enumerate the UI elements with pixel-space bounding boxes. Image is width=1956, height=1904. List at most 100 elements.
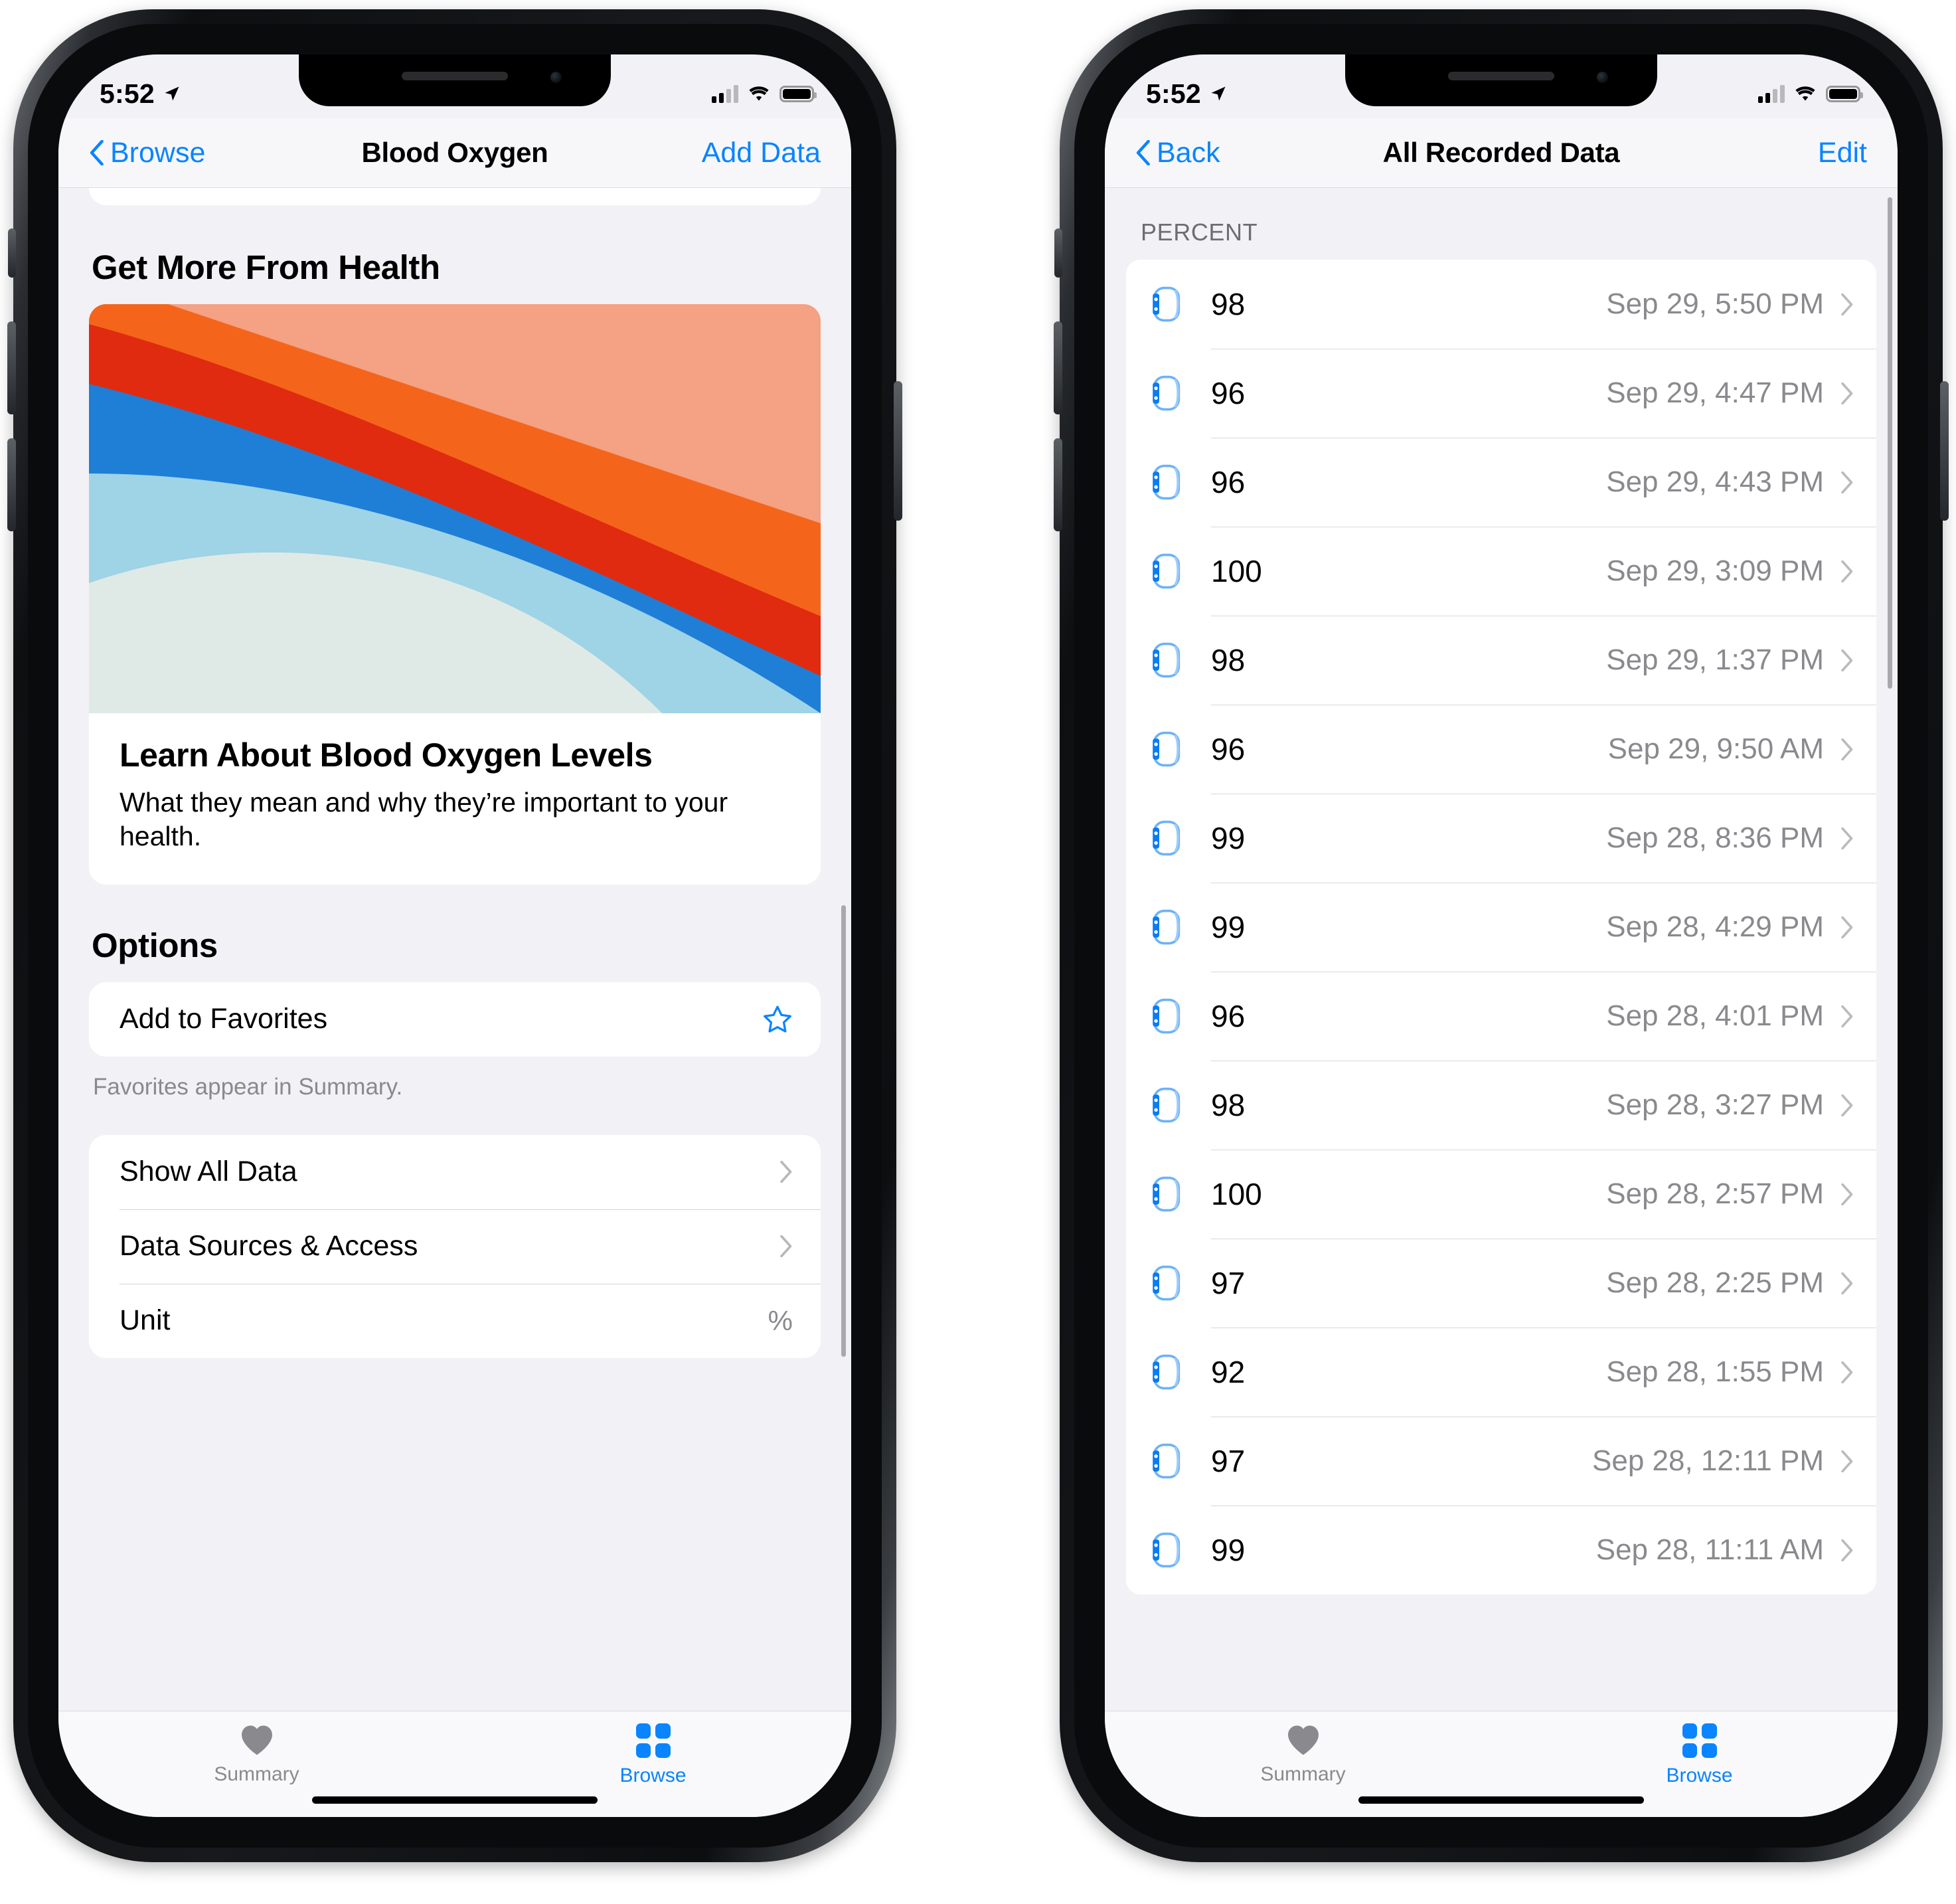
- measurement-value: 97: [1211, 1266, 1246, 1300]
- chevron-right-icon: [780, 1161, 792, 1183]
- measurement-value: 100: [1211, 1177, 1262, 1211]
- scroll-content-right[interactable]: PERCENT 98 Sep 29, 5:50 PM 96 Sep 29, 4:47 …: [1105, 188, 1898, 1711]
- abstract-waves-artwork: [89, 304, 821, 713]
- status-time: 5:52: [1146, 78, 1201, 109]
- scroll-content-left[interactable]: Get More From Health Learn About Blood O…: [58, 188, 851, 1711]
- nav-bar-right: Back All Recorded Data Edit: [1105, 118, 1898, 188]
- apple-watch-icon: [1153, 1265, 1181, 1301]
- tab-browse-label: Browse: [1666, 1765, 1733, 1786]
- location-arrow-icon: [165, 86, 179, 101]
- apple-watch-icon: [1153, 1354, 1181, 1390]
- power-button[interactable]: [894, 381, 902, 521]
- measurement-value: 98: [1211, 643, 1246, 677]
- chevron-right-icon: [1841, 382, 1853, 404]
- apple-watch-icon: [1153, 553, 1181, 589]
- table-row[interactable]: 99 Sep 28, 11:11 AM: [1126, 1506, 1876, 1595]
- back-button-browse[interactable]: Browse: [89, 137, 205, 169]
- status-right-group: [712, 84, 817, 103]
- apple-watch-icon: [1153, 909, 1181, 945]
- table-row[interactable]: 99 Sep 28, 4:29 PM: [1126, 883, 1876, 972]
- show-all-data-label: Show All Data: [120, 1156, 297, 1187]
- status-right-group: [1758, 84, 1863, 103]
- chevron-left-icon: [1136, 140, 1150, 165]
- home-indicator[interactable]: [312, 1796, 598, 1804]
- table-row[interactable]: 97 Sep 28, 2:25 PM: [1126, 1239, 1876, 1328]
- data-sources-access-row[interactable]: Data Sources & Access: [89, 1209, 821, 1284]
- table-row[interactable]: 98 Sep 29, 1:37 PM: [1126, 616, 1876, 705]
- volume-up-button[interactable]: [7, 321, 16, 414]
- table-row[interactable]: 99 Sep 28, 8:36 PM: [1126, 794, 1876, 883]
- battery-icon: [1826, 85, 1863, 102]
- edit-button[interactable]: Edit: [1818, 137, 1867, 169]
- measurement-value: 96: [1211, 376, 1246, 410]
- table-row[interactable]: 96 Sep 28, 4:01 PM: [1126, 972, 1876, 1061]
- table-row[interactable]: 96 Sep 29, 4:47 PM: [1126, 349, 1876, 438]
- measurement-timestamp: Sep 28, 4:01 PM: [1606, 999, 1824, 1032]
- measurement-value: 99: [1211, 821, 1246, 855]
- data-sources-access-label: Data Sources & Access: [120, 1230, 418, 1262]
- measurement-value: 97: [1211, 1444, 1246, 1478]
- add-to-favorites-row[interactable]: Add to Favorites: [89, 982, 821, 1057]
- table-row[interactable]: 98 Sep 28, 3:27 PM: [1126, 1061, 1876, 1150]
- volume-up-button[interactable]: [1054, 321, 1062, 414]
- measurement-timestamp: Sep 28, 8:36 PM: [1606, 822, 1824, 854]
- mute-switch[interactable]: [1054, 228, 1062, 278]
- apple-watch-icon: [1153, 1443, 1181, 1479]
- get-more-header: Get More From Health: [92, 248, 440, 286]
- chevron-right-icon: [1841, 471, 1853, 493]
- apple-watch-icon: [1153, 1087, 1181, 1123]
- table-row[interactable]: 92 Sep 28, 1:55 PM: [1126, 1328, 1876, 1417]
- mute-switch[interactable]: [8, 228, 16, 278]
- battery-icon: [779, 85, 817, 102]
- measurement-value: 96: [1211, 999, 1246, 1033]
- home-indicator[interactable]: [1358, 1796, 1644, 1804]
- tab-summary-label: Summary: [1260, 1763, 1346, 1785]
- power-button[interactable]: [1940, 381, 1949, 521]
- chevron-right-icon: [1841, 827, 1853, 849]
- measurement-timestamp: Sep 28, 1:55 PM: [1606, 1355, 1824, 1388]
- recorded-data-list: 98 Sep 29, 5:50 PM 96 Sep 29, 4:47 PM 96 Sep …: [1126, 260, 1876, 1595]
- apple-watch-icon: [1153, 731, 1181, 767]
- table-row[interactable]: 97 Sep 28, 12:11 PM: [1126, 1417, 1876, 1506]
- measurement-timestamp: Sep 29, 4:47 PM: [1606, 377, 1824, 409]
- measurement-value: 99: [1211, 910, 1246, 944]
- star-outline-icon[interactable]: [762, 1005, 793, 1034]
- chevron-right-icon: [1841, 1094, 1853, 1116]
- table-row[interactable]: 96 Sep 29, 4:43 PM: [1126, 438, 1876, 527]
- chevron-right-icon: [1841, 1183, 1853, 1205]
- show-all-data-row[interactable]: Show All Data: [89, 1135, 821, 1209]
- chevron-right-icon: [1841, 560, 1853, 582]
- measurement-value: 92: [1211, 1355, 1246, 1389]
- scroll-indicator-left[interactable]: [841, 905, 846, 1357]
- page-title: Blood Oxygen: [361, 137, 548, 168]
- back-button[interactable]: Back: [1135, 137, 1220, 169]
- front-camera: [1597, 72, 1608, 83]
- location-arrow-icon: [1211, 86, 1226, 101]
- learn-about-card[interactable]: Learn About Blood Oxygen Levels What the…: [89, 304, 821, 885]
- measurement-value: 98: [1211, 1088, 1246, 1122]
- measurement-timestamp: Sep 29, 9:50 AM: [1607, 733, 1824, 765]
- unit-row[interactable]: Unit %: [89, 1283, 821, 1358]
- table-row[interactable]: 100 Sep 29, 3:09 PM: [1126, 527, 1876, 616]
- phone-left: 5:52 Browse Blood Oxygen Add Data Get Mo…: [7, 9, 902, 1862]
- page-title: All Recorded Data: [1382, 137, 1620, 168]
- volume-down-button[interactable]: [1054, 438, 1062, 531]
- measurement-timestamp: Sep 29, 3:09 PM: [1606, 555, 1824, 587]
- chevron-right-icon: [780, 1235, 792, 1257]
- measurement-timestamp: Sep 28, 2:57 PM: [1606, 1177, 1824, 1210]
- apple-watch-icon: [1153, 998, 1181, 1034]
- measurement-timestamp: Sep 28, 4:29 PM: [1606, 910, 1824, 943]
- chevron-right-icon: [1841, 1450, 1853, 1472]
- measurement-timestamp: Sep 29, 5:50 PM: [1606, 288, 1824, 320]
- scroll-indicator-right[interactable]: [1888, 197, 1892, 689]
- volume-down-button[interactable]: [7, 438, 16, 531]
- apple-watch-icon: [1153, 1532, 1181, 1568]
- add-data-button[interactable]: Add Data: [702, 137, 821, 169]
- table-row[interactable]: 100 Sep 28, 2:57 PM: [1126, 1150, 1876, 1239]
- add-to-favorites-label: Add to Favorites: [120, 1003, 328, 1035]
- tab-summary-label: Summary: [214, 1763, 299, 1785]
- table-row[interactable]: 96 Sep 29, 9:50 AM: [1126, 705, 1876, 794]
- table-row[interactable]: 98 Sep 29, 5:50 PM: [1126, 260, 1876, 349]
- measurement-value: 100: [1211, 554, 1262, 588]
- phone-bezel: 5:52: [28, 24, 882, 1848]
